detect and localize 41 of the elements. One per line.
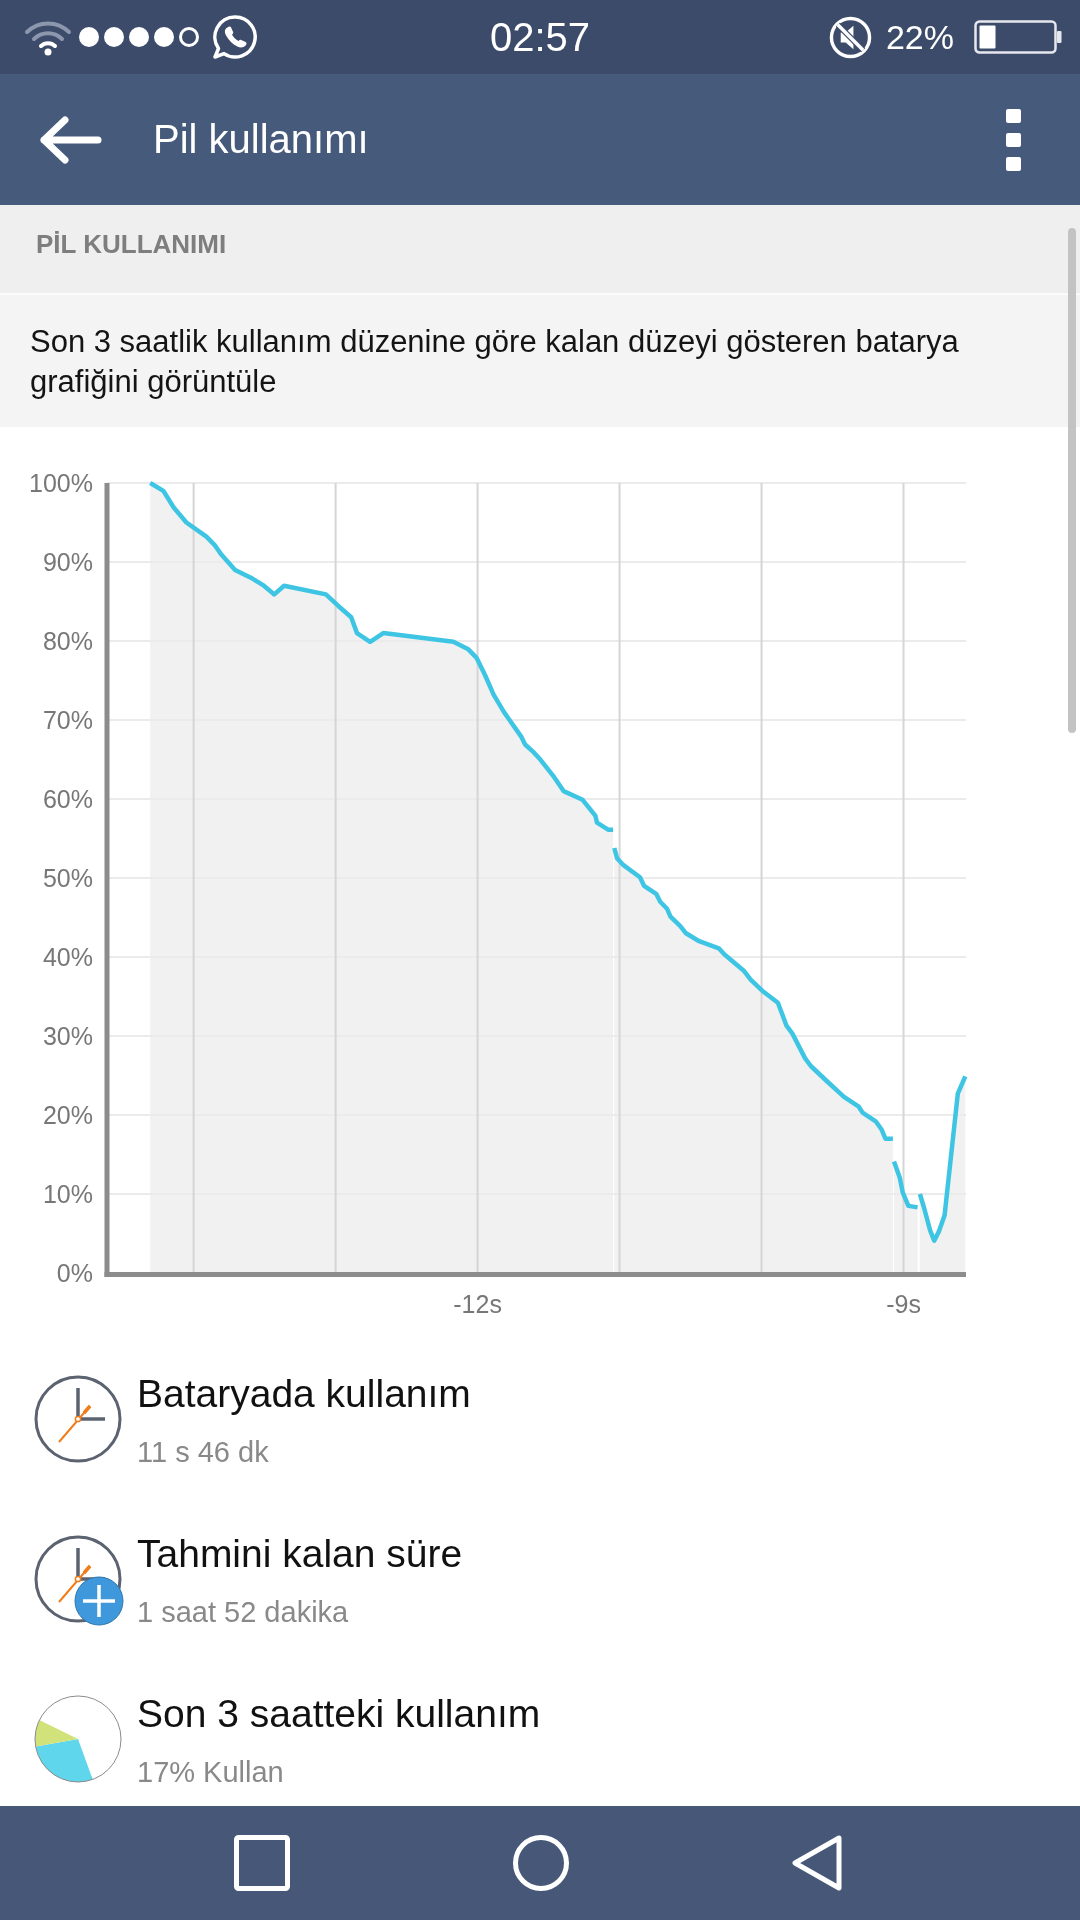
y-axis-label: 10% — [42, 1180, 93, 1208]
signal-dot-icon — [79, 27, 99, 47]
section-description: Son 3 saatlik kullanım düzenine göre kalan düzeyi gösteren batarya grafiğini görüntüle — [30, 323, 960, 401]
stat-title: Tahmini kalan süre — [137, 1531, 463, 1577]
signal-dot-icon — [104, 27, 124, 47]
back-arrow-icon[interactable] — [37, 114, 103, 165]
pie-chart-icon — [34, 1695, 122, 1783]
y-axis-label: 90% — [42, 548, 93, 576]
section-header: PİL KULLANIMI — [36, 229, 227, 260]
y-axis-label: 100% — [29, 469, 93, 497]
y-axis-label: 0% — [56, 1259, 93, 1287]
recents-square-icon[interactable] — [234, 1835, 290, 1891]
battery-percent: 22% — [885, 17, 954, 57]
stat-title: Bataryada kullanım — [137, 1371, 471, 1417]
stat-value: 11 s 46 dk — [137, 1435, 269, 1469]
status-time: 02:57 — [488, 14, 592, 60]
back-triangle-icon[interactable] — [792, 1835, 842, 1891]
stat-value: 17% Kullan — [137, 1755, 284, 1789]
signal-dot-icon — [129, 27, 149, 47]
stat-title: Son 3 saatteki kullanım — [137, 1691, 541, 1737]
y-axis-label: 40% — [42, 943, 93, 971]
signal-dot-icon — [179, 27, 199, 47]
clock-icon — [34, 1375, 122, 1463]
x-axis-label: -9s — [886, 1290, 921, 1318]
clock-with-plus-icon — [34, 1535, 125, 1626]
stat-value: 1 saat 52 dakika — [137, 1595, 349, 1629]
home-circle-icon[interactable] — [513, 1835, 569, 1891]
signal-dot-icon — [154, 27, 174, 47]
y-axis-label: 60% — [42, 785, 93, 813]
y-axis-label: 80% — [42, 627, 93, 655]
phone-chat-bubble-icon — [211, 13, 259, 61]
muted-speaker-icon — [828, 15, 872, 59]
more-options-icon[interactable] — [1006, 108, 1021, 171]
y-axis-label: 30% — [42, 1022, 93, 1050]
x-axis-label: -12s — [453, 1290, 502, 1318]
y-axis-label: 70% — [42, 706, 93, 734]
screen-title: Pil kullanımı — [153, 117, 369, 162]
wifi-icon — [24, 18, 72, 56]
y-axis-label: 20% — [42, 1101, 93, 1129]
battery-icon — [974, 20, 1062, 54]
y-axis-label: 50% — [42, 864, 93, 892]
